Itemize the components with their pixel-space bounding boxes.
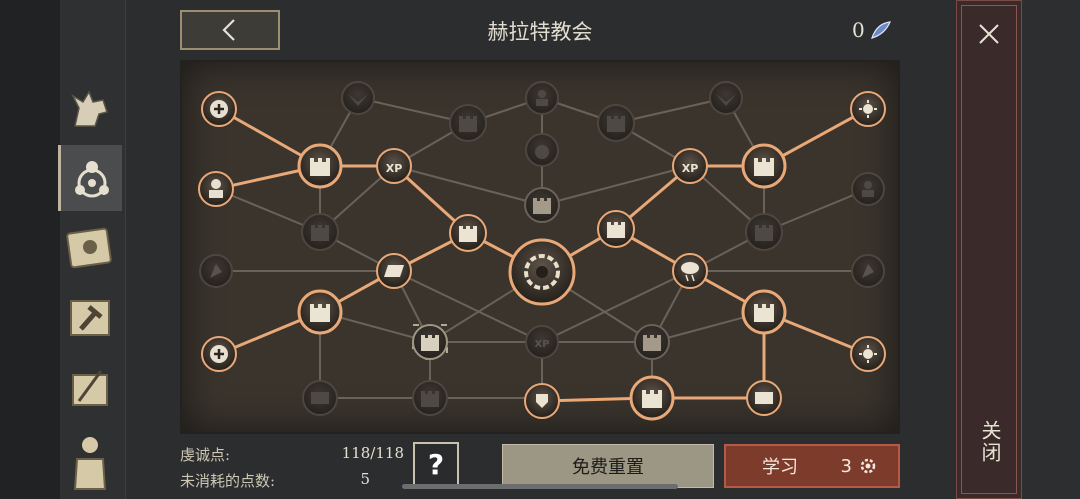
skill-node-center[interactable] — [508, 238, 576, 306]
chevron-left-icon — [222, 19, 235, 41]
tab-sun-book[interactable] — [58, 215, 122, 281]
skill-node-pot[interactable] — [525, 133, 559, 167]
skill-node-tower-r-bottom[interactable] — [634, 324, 670, 360]
skill-node-tower-top-right[interactable] — [597, 104, 635, 142]
sun-book-icon — [66, 227, 112, 269]
tab-emblem[interactable] — [58, 145, 122, 211]
skill-node-tower-top-left[interactable] — [449, 104, 487, 142]
skill-node-flag-left[interactable] — [199, 254, 233, 288]
skill-node-xp-middle[interactable]: XP — [525, 325, 559, 359]
left-rail — [0, 0, 60, 499]
skill-node-plus-top[interactable] — [201, 91, 237, 127]
devotion-value: 118/118 — [341, 444, 404, 462]
unspent-points-value: 5 — [360, 470, 370, 488]
skill-node-chest-right[interactable] — [746, 380, 782, 416]
tab-hammer[interactable] — [58, 285, 122, 351]
currency-display: 0 — [852, 18, 893, 42]
skill-node-xp-left[interactable]: XP — [376, 148, 412, 184]
skill-node-plus-bottom[interactable] — [201, 336, 237, 372]
help-button[interactable]: ? — [413, 442, 459, 486]
learn-label: 学习 — [762, 457, 798, 478]
close-button[interactable] — [973, 18, 1005, 50]
skill-node-tower-r2[interactable] — [745, 213, 783, 251]
skill-node-storm-cloud[interactable] — [672, 253, 708, 289]
learn-cost-value: 3 — [840, 455, 852, 477]
free-reset-button[interactable]: 免费重置 — [502, 444, 714, 488]
skill-node-tower-r3[interactable] — [741, 289, 787, 335]
skill-node-soldier-top[interactable] — [525, 81, 559, 115]
help-label: ? — [427, 447, 445, 481]
skill-node-tower-l4[interactable] — [449, 214, 487, 252]
svg-text:XP: XP — [534, 339, 549, 350]
skill-node-chest-left[interactable] — [302, 380, 338, 416]
quill-scroll-icon — [72, 370, 108, 406]
devotion-label: 虔诚点: — [180, 446, 231, 464]
skill-tree-canvas: XP XP XP — [198, 81, 886, 421]
skill-node-tower-l5[interactable] — [412, 380, 448, 416]
svg-text:XP: XP — [682, 162, 699, 175]
learn-button[interactable]: 学习 3 — [724, 444, 900, 488]
skill-node-flag-right[interactable] — [851, 254, 885, 288]
skill-node-sun-bottom[interactable] — [850, 336, 886, 372]
close-icon — [979, 24, 999, 44]
skill-node-soldier-right[interactable] — [851, 172, 885, 206]
skill-tree-board: XP XP XP — [180, 60, 900, 434]
wolf-icon — [71, 90, 108, 127]
learn-cost: 3 — [841, 456, 878, 477]
hammer-scroll-icon — [70, 300, 110, 336]
skill-node-tower-l3[interactable] — [297, 289, 343, 335]
skill-node-tower-l2[interactable] — [301, 213, 339, 251]
atom-emblem-icon — [74, 161, 109, 198]
skill-node-tower-l1[interactable] — [297, 143, 343, 189]
skill-node-soldier-left[interactable] — [198, 171, 234, 207]
skill-node-tower-b[interactable] — [629, 375, 675, 421]
skill-node-eagle-left[interactable] — [341, 81, 375, 115]
currency-value: 0 — [852, 18, 865, 42]
tab-quill[interactable] — [58, 355, 122, 421]
skill-node-sun-top[interactable] — [850, 91, 886, 127]
right-edge — [1022, 0, 1080, 499]
skill-node-tower-r1[interactable] — [741, 143, 787, 189]
skill-node-ingot[interactable] — [376, 253, 412, 289]
free-reset-label: 免费重置 — [572, 457, 644, 478]
tab-soldier[interactable] — [58, 428, 122, 494]
tab-wolf[interactable] — [58, 76, 122, 142]
soldier-icon — [73, 437, 107, 490]
skill-node-shield[interactable] — [524, 383, 560, 419]
home-indicator — [402, 484, 678, 489]
unspent-points-label: 未消耗的点数: — [180, 472, 276, 490]
skill-node-tower-r-small[interactable] — [597, 210, 635, 248]
svg-text:XP: XP — [386, 162, 403, 175]
sun-vortex-icon — [860, 458, 876, 474]
skill-node-tower-selected[interactable] — [412, 324, 448, 360]
page-title: 赫拉特教会 — [487, 20, 593, 44]
skill-node-xp-right[interactable]: XP — [672, 148, 708, 184]
skill-node-tower-middle[interactable] — [524, 187, 560, 223]
back-button[interactable] — [180, 10, 280, 50]
feather-gem-icon — [870, 21, 891, 39]
close-label[interactable]: 关闭 — [975, 420, 1005, 464]
skill-node-eagle-right[interactable] — [709, 81, 743, 115]
